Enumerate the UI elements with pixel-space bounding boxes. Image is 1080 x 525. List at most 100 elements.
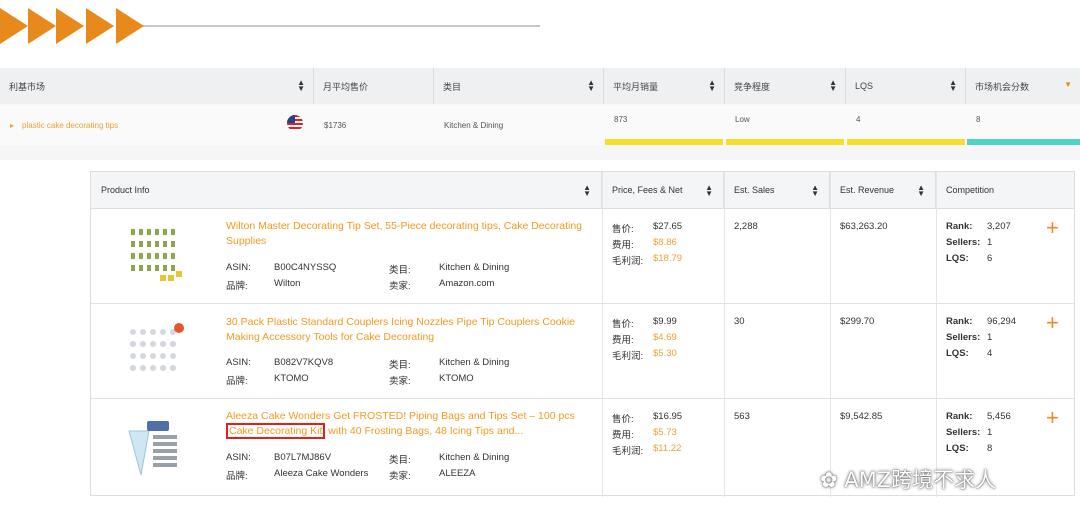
lqs-value: 6 xyxy=(987,253,993,264)
header-niche[interactable]: 利基市场 ▲ ▼ xyxy=(0,68,314,104)
rank-value: 5,456 xyxy=(987,411,1011,422)
product-table: Product Info ▲ ▼ Price, Fees & Net ▲ ▼ Est. … xyxy=(90,171,1075,497)
header-sales[interactable]: Est. Sales ▲ ▼ xyxy=(724,172,830,209)
add-plus-icon[interactable]: + xyxy=(1046,312,1059,334)
asin-value: B07L7MJ86V xyxy=(274,452,332,463)
seller-value: KTOMO xyxy=(439,373,474,384)
lqs-value: 8 xyxy=(987,443,993,454)
rank-value: 3,207 xyxy=(987,221,1011,232)
sort-icon[interactable]: ▲ ▼ xyxy=(949,79,957,93)
net-label: 毛利润: xyxy=(612,256,644,267)
fees-label: 费用: xyxy=(612,430,634,441)
seller-value: ALEEZA xyxy=(439,468,476,479)
expand-caret-icon[interactable]: ▸ xyxy=(10,121,14,130)
wechat-icon: ✿ xyxy=(820,468,845,492)
revenue-value: $299.70 xyxy=(840,316,875,327)
category-label: 类目: xyxy=(389,455,411,466)
category-cell: Kitchen & Dining xyxy=(444,120,504,130)
net-label: 毛利润: xyxy=(612,351,644,362)
opportunity-bar xyxy=(967,139,1080,145)
header-avg-price[interactable]: 月平均售价 xyxy=(314,68,434,104)
price-value: $9.99 xyxy=(653,316,677,327)
seller-label: 卖家: xyxy=(389,471,411,482)
sellers-label: Sellers: xyxy=(946,237,981,248)
us-flag-icon xyxy=(287,115,303,131)
price-label: 售价: xyxy=(612,224,634,235)
header-product-info[interactable]: Product Info ▲ ▼ xyxy=(91,172,602,209)
price-label: 售价: xyxy=(612,414,634,425)
product-title-link[interactable]: Aleeza Cake Wonders Get FROSTED! Piping … xyxy=(226,409,596,439)
revenue-value: $63,263.20 xyxy=(840,221,888,232)
fees-label: 费用: xyxy=(612,335,634,346)
header-revenue[interactable]: Est. Revenue ▲ ▼ xyxy=(830,172,936,209)
table-row[interactable]: 30 Pack Plastic Standard Couplers Icing … xyxy=(91,304,1074,399)
header-price[interactable]: Price, Fees & Net ▲ ▼ xyxy=(602,172,724,209)
sort-icon[interactable]: ▲ ▼ xyxy=(583,184,591,198)
add-plus-icon[interactable]: + xyxy=(1046,217,1059,239)
brand-label: 品牌: xyxy=(226,471,248,482)
category-label: 类目: xyxy=(389,360,411,371)
sales-value: 2,288 xyxy=(734,221,758,232)
tip-set-product-image xyxy=(131,229,182,281)
category-label: 类目: xyxy=(389,265,411,276)
lqs-bar xyxy=(847,139,965,145)
sort-icon[interactable]: ▲ ▼ xyxy=(705,184,713,198)
asin-label: ASIN: xyxy=(226,262,251,273)
brand-label: 品牌: xyxy=(226,376,248,387)
seller-value: Amazon.com xyxy=(439,278,495,289)
header-competition[interactable]: Competition xyxy=(936,172,1074,209)
header-monthly-sales[interactable]: 平均月销量 ▲ ▼ xyxy=(604,68,725,104)
net-value: $18.79 xyxy=(653,253,683,264)
add-plus-icon[interactable]: + xyxy=(1046,407,1059,429)
brand-value: Wilton xyxy=(274,278,301,289)
asin-value: B082V7KQV8 xyxy=(274,357,334,368)
sort-icon[interactable]: ▲ ▼ xyxy=(708,79,716,93)
highlighted-keyword: Cake Decorating Kit xyxy=(226,423,326,439)
category-value: Kitchen & Dining xyxy=(439,262,510,273)
lqs-label: LQS: xyxy=(946,443,969,454)
fees-label: 费用: xyxy=(612,240,634,251)
progress-arrows xyxy=(0,8,560,44)
arrow-icon xyxy=(28,8,56,44)
brand-label: 品牌: xyxy=(226,281,248,292)
keyword-cell[interactable]: ▸ plastic cake decorating tips xyxy=(0,105,280,145)
price-value: $27.65 xyxy=(653,221,683,232)
header-opportunity[interactable]: 市场机会分数 ▼ xyxy=(966,68,1080,104)
sort-icon[interactable]: ▲ ▼ xyxy=(811,184,819,198)
header-category[interactable]: 类目 ▲ ▼ xyxy=(434,68,604,104)
niche-market-table: 利基市场 ▲ ▼ 月平均售价 类目 ▲ ▼ 平均月销量 ▲ ▼ 竞争程度 ▲ ▼ LQS ▲ ▼ 市… xyxy=(0,68,1080,160)
sort-icon[interactable]: ▲ ▼ xyxy=(587,79,595,93)
header-lqs[interactable]: LQS ▲ ▼ xyxy=(846,68,966,104)
sort-icon[interactable]: ▲ ▼ xyxy=(917,184,925,198)
net-label: 毛利润: xyxy=(612,446,644,457)
revenue-value: $9,542.85 xyxy=(840,411,883,422)
competition-bar xyxy=(726,139,844,145)
lqs-value: 4 xyxy=(987,348,993,359)
seller-label: 卖家: xyxy=(389,281,411,292)
rank-label: Rank: xyxy=(946,221,973,232)
sellers-label: Sellers: xyxy=(946,427,981,438)
price-cell: $1736 xyxy=(324,120,347,130)
sales-value: 563 xyxy=(734,411,750,422)
asin-value: B00C4NYSSQ xyxy=(274,262,337,273)
product-title-link[interactable]: 30 Pack Plastic Standard Couplers Icing … xyxy=(226,315,586,345)
price-label: 售价: xyxy=(612,319,634,330)
product-title-link[interactable]: Wilton Master Decorating Tip Set, 55-Pie… xyxy=(226,219,586,249)
sellers-label: Sellers: xyxy=(946,332,981,343)
sort-icon[interactable]: ▲ ▼ xyxy=(297,79,305,93)
fees-value: $8.86 xyxy=(653,237,677,248)
sort-desc-icon[interactable]: ▼ xyxy=(1064,81,1072,89)
sellers-value: 1 xyxy=(987,237,993,248)
net-value: $5.30 xyxy=(653,348,677,359)
header-competition[interactable]: 竞争程度 ▲ ▼ xyxy=(725,68,846,104)
coupler-pack-product-image xyxy=(130,323,184,371)
sellers-value: 1 xyxy=(987,332,993,343)
table-row[interactable]: Wilton Master Decorating Tip Set, 55-Pie… xyxy=(91,209,1074,304)
progress-line xyxy=(140,25,540,27)
sellers-value: 1 xyxy=(987,427,993,438)
brand-value: Aleeza Cake Wonders xyxy=(274,468,369,479)
sales-value: 30 xyxy=(734,316,745,327)
sort-icon[interactable]: ▲ ▼ xyxy=(829,79,837,93)
lqs-label: LQS: xyxy=(946,348,969,359)
seller-label: 卖家: xyxy=(389,376,411,387)
